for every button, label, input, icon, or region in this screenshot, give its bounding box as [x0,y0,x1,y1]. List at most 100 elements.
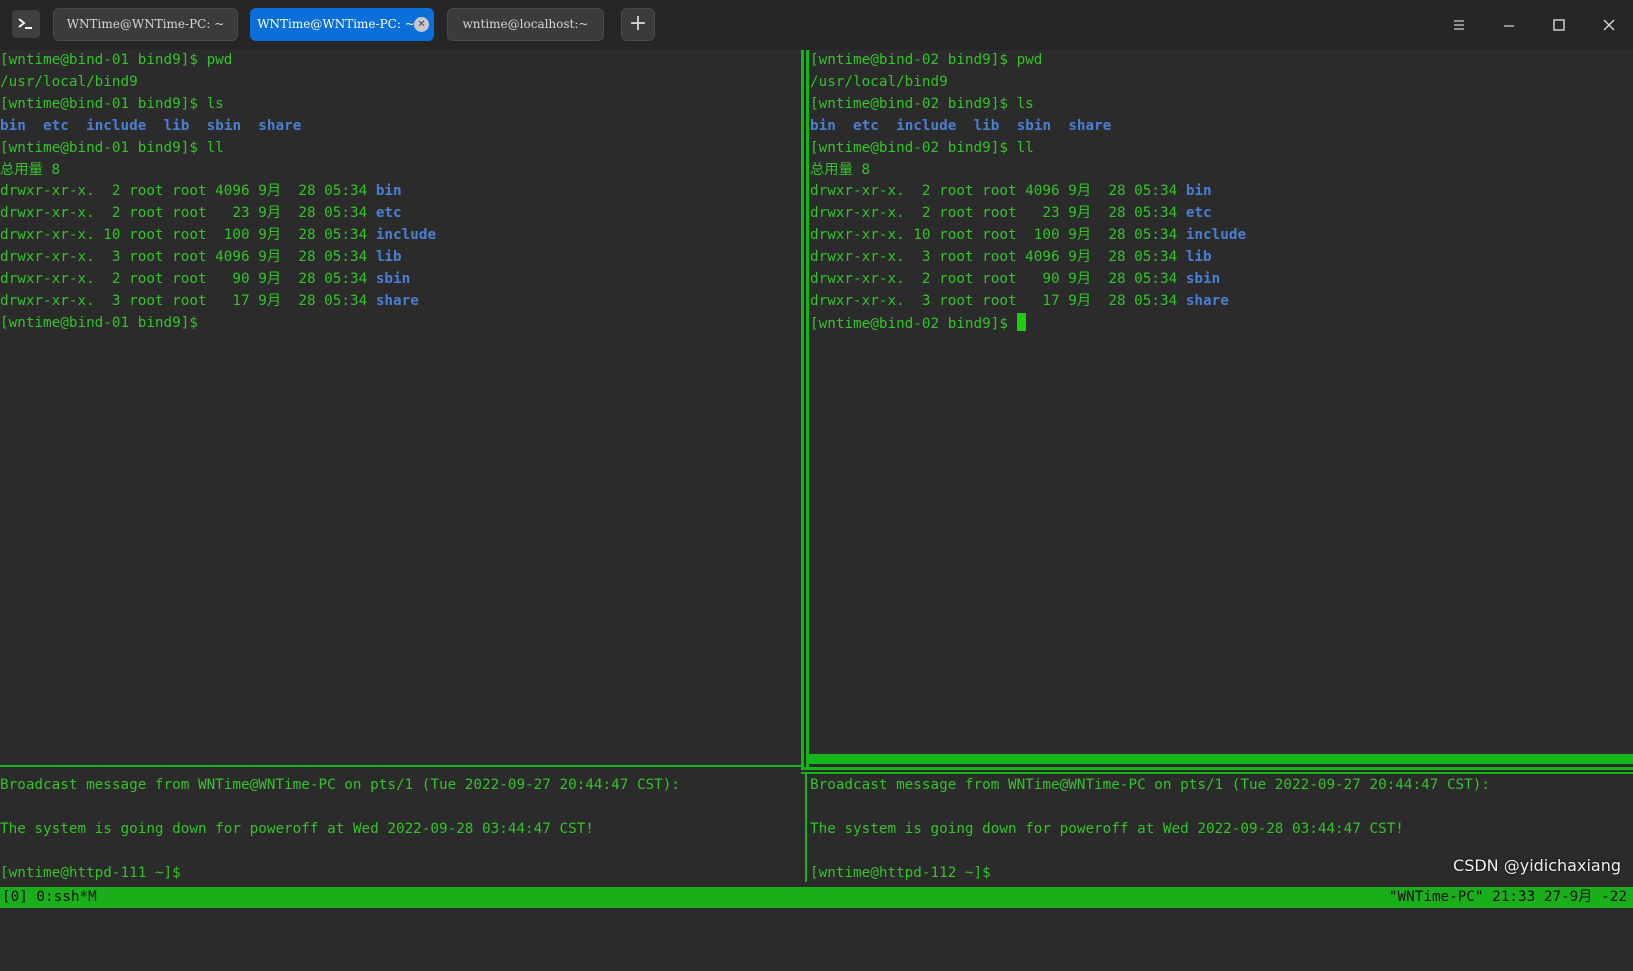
terminal-line: drwxr-xr-x. 3 root root 17 9月 28 05:34 s… [0,293,419,309]
terminal-line: bin etc include lib sbin share [0,118,301,134]
pane-top-right[interactable]: [wntime@bind-02 bind9]$ pwd /usr/local/b… [810,50,1630,336]
terminal-line: Broadcast message from WNTime@WNTime-PC … [0,777,680,793]
directory-name: sbin [1017,118,1051,134]
directory-name: etc [853,118,879,134]
tab-2-active[interactable]: WNTime@WNTime-PC: ~ ✕ [250,8,434,41]
terminal-line: [wntime@bind-01 bind9]$ pwd [0,52,232,68]
terminal-area[interactable]: [wntime@bind-01 bind9]$ pwd /usr/local/b… [0,50,1633,922]
watermark-text: CSDN @yidichaxiang [1453,856,1621,875]
directory-name: etc [376,205,402,221]
terminal-text [999,118,1016,134]
terminal-line: [wntime@bind-02 bind9]$ ls [810,96,1034,112]
terminal-line: [wntime@bind-02 bind9]$ pwd [810,52,1042,68]
terminal-text: drwxr-xr-x. 2 root root 90 9月 28 05:34 [0,271,376,287]
terminal-text: /usr/local/bind9 [0,74,138,90]
terminal-line: drwxr-xr-x. 10 root root 100 9月 28 05:34… [810,227,1246,243]
pane-bottom-left[interactable]: Broadcast message from WNTime@WNTime-PC … [0,775,798,885]
terminal-text: Broadcast message from WNTime@WNTime-PC … [0,777,680,793]
hamburger-menu-icon[interactable] [1449,15,1469,35]
terminal-line: drwxr-xr-x. 2 root root 90 9月 28 05:34 s… [810,271,1220,287]
tab-label: wntime@localhost:~ [463,17,589,31]
status-host-clock: "WNTime-PC" 21:33 27-9月 -22 [1389,887,1627,908]
close-icon[interactable]: ✕ [414,17,429,32]
terminal-text: [wntime@bind-01 bind9]$ ll [0,140,224,156]
terminal-text: [wntime@bind-02 bind9]$ pwd [810,52,1042,68]
terminal-line: drwxr-xr-x. 2 root root 4096 9月 28 05:34… [810,183,1212,199]
tab-3[interactable]: wntime@localhost:~ [447,8,604,41]
terminal-line: [wntime@httpd-112 ~]$ [810,865,991,881]
directory-name: sbin [376,271,410,287]
terminal-line: [wntime@bind-01 bind9]$ [0,315,207,331]
directory-name: share [1186,293,1229,309]
terminal-text: drwxr-xr-x. 2 root root 4096 9月 28 05:34 [0,183,376,199]
terminal-line: drwxr-xr-x. 3 root root 4096 9月 28 05:34… [810,249,1212,265]
directory-name: bin [376,183,402,199]
directory-name: lib [164,118,190,134]
terminal-line: The system is going down for poweroff at… [0,821,594,837]
terminal-line: drwxr-xr-x. 2 root root 90 9月 28 05:34 s… [0,271,410,287]
directory-name: include [896,118,956,134]
directory-name: bin [1186,183,1212,199]
terminal-line: drwxr-xr-x. 10 root root 100 9月 28 05:34… [0,227,436,243]
terminal-text [146,118,163,134]
terminal-text [241,118,258,134]
terminal-text: drwxr-xr-x. 2 root root 23 9月 28 05:34 [0,205,376,221]
terminal-line: Broadcast message from WNTime@WNTime-PC … [810,777,1490,793]
terminal-icon[interactable] [12,10,40,38]
terminal-line: drwxr-xr-x. 3 root root 4096 9月 28 05:34… [0,249,402,265]
terminal-line: [wntime@bind-02 bind9]$ [810,316,1026,332]
terminal-line: drwxr-xr-x. 2 root root 23 9月 28 05:34 e… [0,205,402,221]
terminal-text [956,118,973,134]
terminal-text [1051,118,1068,134]
terminal-text: drwxr-xr-x. 3 root root 17 9月 28 05:34 [810,293,1186,309]
terminal-text: [wntime@httpd-111 ~]$ [0,865,181,881]
terminal-text: drwxr-xr-x. 10 root root 100 9月 28 05:34 [0,227,376,243]
status-window-list[interactable]: [0] 0:ssh*M [2,887,97,908]
terminal-text: drwxr-xr-x. 3 root root 17 9月 28 05:34 [0,293,376,309]
terminal-line: /usr/local/bind9 [0,74,138,90]
terminal-text: Broadcast message from WNTime@WNTime-PC … [810,777,1490,793]
directory-name: include [1186,227,1246,243]
pane-divider-vertical-bottom[interactable] [805,774,807,882]
pane-top-left[interactable]: [wntime@bind-01 bind9]$ pwd /usr/local/b… [0,50,798,335]
directory-name: etc [43,118,69,134]
directory-name: include [86,118,146,134]
terminal-line: [wntime@bind-02 bind9]$ ll [810,140,1034,156]
directory-name: share [258,118,301,134]
directory-name: include [376,227,436,243]
terminal-text: The system is going down for poweroff at… [810,821,1404,837]
terminal-text [879,118,896,134]
tmux-status-bar: [0] 0:ssh*M "WNTime-PC" 21:33 27-9月 -22 [0,887,1633,908]
tab-label: WNTime@WNTime-PC: ~ [67,17,225,31]
terminal-text: [wntime@bind-01 bind9]$ pwd [0,52,232,68]
directory-name: sbin [1186,271,1220,287]
terminal-line: drwxr-xr-x. 2 root root 4096 9月 28 05:34… [0,183,402,199]
terminal-text: drwxr-xr-x. 2 root root 90 9月 28 05:34 [810,271,1186,287]
add-tab-button[interactable]: + [621,8,655,41]
terminal-text: [wntime@bind-01 bind9]$ ls [0,96,224,112]
tab-1[interactable]: WNTime@WNTime-PC: ~ [53,8,238,41]
terminal-text: [wntime@httpd-112 ~]$ [810,865,991,881]
terminal-line: 总用量 8 [810,162,870,178]
directory-name: sbin [207,118,241,134]
pane-divider-horizontal-right[interactable] [809,754,1633,764]
directory-name: share [1068,118,1111,134]
terminal-text [189,118,206,134]
terminal-line: drwxr-xr-x. 3 root root 17 9月 28 05:34 s… [810,293,1229,309]
terminal-text: drwxr-xr-x. 3 root root 4096 9月 28 05:34 [810,249,1186,265]
pane-divider-horizontal-left[interactable] [0,765,801,767]
directory-name: bin [810,118,836,134]
close-window-icon[interactable] [1599,15,1619,35]
directory-name: share [376,293,419,309]
terminal-line: /usr/local/bind9 [810,74,948,90]
terminal-text [26,118,43,134]
tab-label: WNTime@WNTime-PC: ~ [257,17,415,31]
pane-divider-gap [801,770,1633,772]
terminal-text: drwxr-xr-x. 2 root root 23 9月 28 05:34 [810,205,1186,221]
terminal-text: drwxr-xr-x. 3 root root 4096 9月 28 05:34 [0,249,376,265]
directory-name: lib [974,118,1000,134]
maximize-icon[interactable] [1549,15,1569,35]
minimize-icon[interactable] [1499,15,1519,35]
terminal-text: 总用量 8 [810,162,870,178]
terminal-text [836,118,853,134]
